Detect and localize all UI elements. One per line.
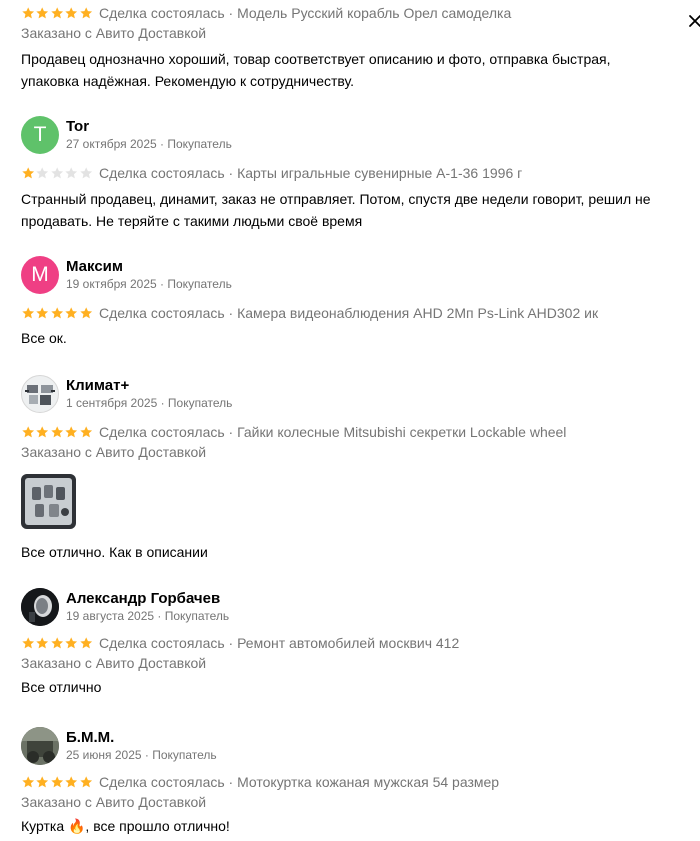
review-meta: 19 августа 2025 · Покупатель [66, 609, 230, 623]
deal-info[interactable]: Сделка состоялась · Карты игральные суве… [99, 165, 522, 181]
rating-stars [21, 425, 93, 439]
star-filled-icon [79, 425, 93, 439]
review-text: Все отлично [21, 679, 102, 695]
avatar[interactable] [21, 375, 59, 413]
star-filled-icon [21, 636, 35, 650]
star-filled-icon [64, 775, 78, 789]
review-photo[interactable] [21, 474, 76, 529]
review-header: Б.М.М. 25 июня 2025 · Покупатель [21, 727, 670, 765]
star-filled-icon [64, 306, 78, 320]
reviewer-name[interactable]: Tor [66, 118, 232, 136]
star-filled-icon [35, 425, 49, 439]
avatar[interactable]: М [21, 256, 59, 294]
star-filled-icon [35, 6, 49, 20]
reviewer-name[interactable]: Климат+ [66, 377, 232, 395]
review-text: Продавец однозначно хороший, товар соотв… [21, 51, 611, 89]
review-text: Странный продавец, динамит, заказ не отп… [21, 191, 651, 229]
avatar[interactable] [21, 588, 59, 626]
avatar-letter: T [33, 123, 47, 146]
star-filled-icon [35, 636, 49, 650]
star-filled-icon [64, 6, 78, 20]
avatar-logo-icon [25, 385, 55, 405]
star-filled-icon [35, 306, 49, 320]
star-filled-icon [50, 775, 64, 789]
rating-line: Сделка состоялась · Камера видеонаблюден… [21, 303, 670, 323]
star-filled-icon [79, 306, 93, 320]
rating-stars [21, 636, 93, 650]
star-filled-icon [21, 425, 35, 439]
delivery-info: Заказано с Авито Доставкой [21, 444, 207, 460]
star-filled-icon [64, 636, 78, 650]
review-card: Климат+ 1 сентября 2025 · Покупатель Сде… [21, 375, 670, 563]
star-empty-icon [64, 166, 78, 180]
review-card: Сделка состоялась · Модель Русский кораб… [21, 3, 670, 92]
delivery-info: Заказано с Авито Доставкой [21, 25, 207, 41]
review-text: Куртка 🔥, все прошло отлично! [21, 818, 230, 834]
star-filled-icon [50, 306, 64, 320]
star-filled-icon [79, 6, 93, 20]
rating-line: Сделка состоялась · Ремонт автомобилей м… [21, 633, 670, 653]
delivery-info: Заказано с Авито Доставкой [21, 794, 207, 810]
photo-thumbnail-icon [21, 474, 76, 529]
rating-line: Сделка состоялась · Модель Русский кораб… [21, 3, 670, 23]
review-card: Б.М.М. 25 июня 2025 · Покупатель Сделка … [21, 727, 670, 837]
reviewer-name[interactable]: Александр Горбачев [66, 590, 229, 608]
rating-stars [21, 6, 93, 20]
review-header: Климат+ 1 сентября 2025 · Покупатель [21, 375, 670, 413]
close-icon[interactable] [688, 14, 700, 28]
rating-line: Сделка состоялась · Гайки колесные Mitsu… [21, 422, 670, 442]
review-header: T Tor 27 октября 2025 · Покупатель [21, 116, 670, 154]
review-meta: 1 сентября 2025 · Покупатель [66, 396, 233, 410]
star-filled-icon [50, 425, 64, 439]
deal-info[interactable]: Сделка состоялась · Камера видеонаблюден… [99, 305, 598, 321]
review-card: Александр Горбачев 19 августа 2025 · Пок… [21, 588, 670, 698]
review-meta: 27 октября 2025 · Покупатель [66, 137, 232, 151]
star-filled-icon [50, 636, 64, 650]
review-text: Все ок. [21, 330, 67, 346]
reviewer-name[interactable]: Максим [66, 258, 232, 276]
rating-stars [21, 166, 93, 180]
avatar[interactable] [21, 727, 59, 765]
star-filled-icon [21, 6, 35, 20]
deal-info[interactable]: Сделка состоялась · Гайки колесные Mitsu… [99, 424, 566, 440]
star-empty-icon [50, 166, 64, 180]
rating-line: Сделка состоялась · Карты игральные суве… [21, 163, 670, 183]
review-meta: 25 июня 2025 · Покупатель [66, 748, 217, 762]
review-header: Александр Горбачев 19 августа 2025 · Пок… [21, 588, 670, 626]
star-filled-icon [21, 306, 35, 320]
avatar-photo-icon [21, 727, 59, 765]
star-empty-icon [79, 166, 93, 180]
star-filled-icon [21, 775, 35, 789]
rating-stars [21, 775, 93, 789]
reviewer-name[interactable]: Б.М.М. [66, 729, 217, 747]
avatar-letter: М [31, 263, 49, 286]
star-filled-icon [79, 636, 93, 650]
star-filled-icon [50, 6, 64, 20]
avatar-photo-icon [21, 588, 59, 626]
star-filled-icon [35, 775, 49, 789]
deal-info[interactable]: Сделка состоялась · Мотокуртка кожаная м… [99, 774, 499, 790]
star-filled-icon [21, 166, 35, 180]
review-card: М Максим 19 октября 2025 · Покупатель Сд… [21, 256, 670, 349]
review-meta: 19 октября 2025 · Покупатель [66, 277, 232, 291]
review-header: М Максим 19 октября 2025 · Покупатель [21, 256, 670, 294]
review-card: T Tor 27 октября 2025 · Покупатель Сделк… [21, 116, 670, 232]
deal-info[interactable]: Сделка состоялась · Модель Русский кораб… [99, 5, 511, 21]
rating-line: Сделка состоялась · Мотокуртка кожаная м… [21, 772, 670, 792]
rating-stars [21, 306, 93, 320]
star-filled-icon [79, 775, 93, 789]
star-empty-icon [35, 166, 49, 180]
deal-info[interactable]: Сделка состоялась · Ремонт автомобилей м… [99, 635, 459, 651]
delivery-info: Заказано с Авито Доставкой [21, 655, 207, 671]
star-filled-icon [64, 425, 78, 439]
review-text: Все отлично. Как в описании [21, 544, 208, 560]
avatar[interactable]: T [21, 116, 59, 154]
